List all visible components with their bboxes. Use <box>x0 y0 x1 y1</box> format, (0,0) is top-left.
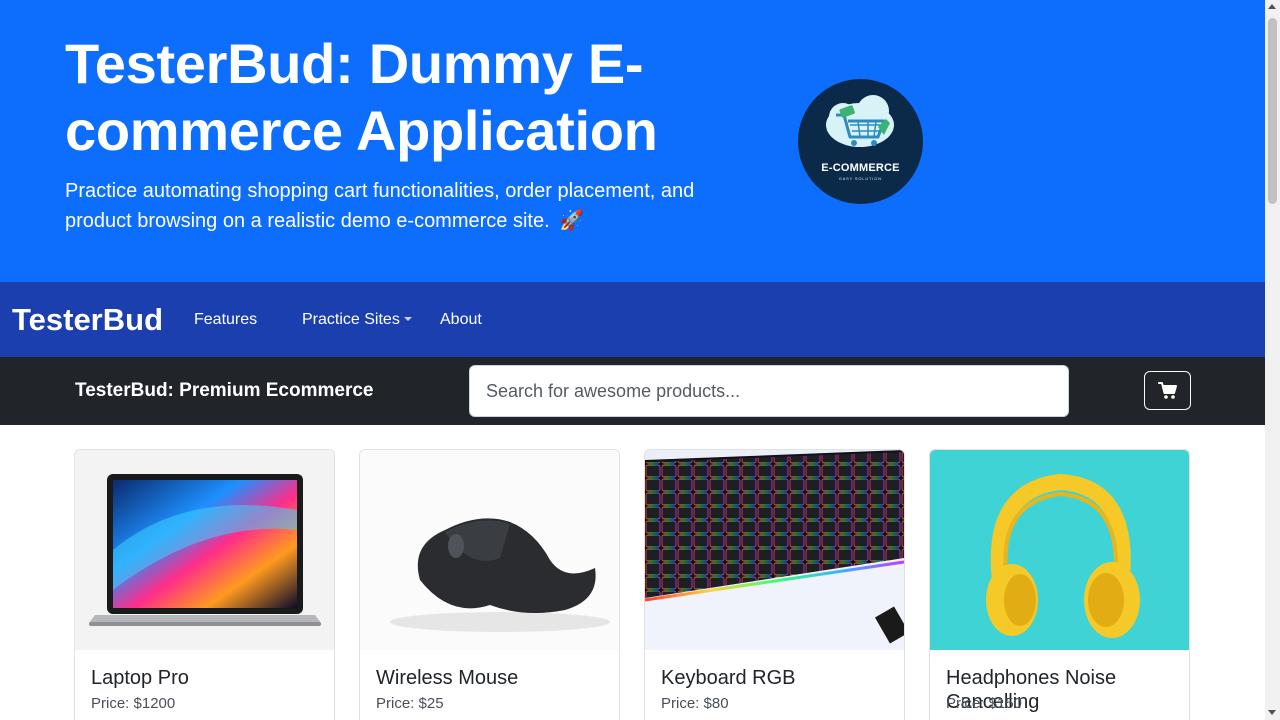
nav-link-about[interactable]: About <box>440 311 482 329</box>
product-card-laptop[interactable]: Laptop Pro Price: $1200 <box>74 449 335 720</box>
hero-banner: TesterBud: Dummy E-commerce Application … <box>0 0 1265 282</box>
product-price: Price: $150 <box>946 695 1022 712</box>
logo-subtitle: EASY SOLUTION <box>839 176 882 181</box>
mouse-image[interactable] <box>360 450 619 650</box>
product-price: Price: $25 <box>376 695 444 712</box>
product-name[interactable]: Wireless Mouse <box>376 666 606 690</box>
hero-subtitle-text: Practice automating shopping cart functi… <box>65 180 695 232</box>
laptop-image[interactable] <box>75 450 334 650</box>
store-title: TesterBud: Premium Ecommerce <box>75 380 374 401</box>
rocket-icon: 🚀 <box>559 210 585 232</box>
product-name[interactable]: Keyboard RGB <box>661 666 891 690</box>
scroll-down-arrow-icon[interactable] <box>1268 710 1276 715</box>
scroll-up-arrow-icon[interactable] <box>1268 4 1276 9</box>
headphones-image[interactable] <box>930 450 1189 650</box>
cart-icon <box>1158 382 1177 399</box>
nav-link-practice-sites[interactable]: Practice Sites <box>302 311 412 329</box>
product-card-mouse[interactable]: Wireless Mouse Price: $25 <box>359 449 620 720</box>
cart-cloud-icon <box>826 95 894 147</box>
caret-down-icon <box>403 317 412 321</box>
logo-title: E-COMMERCE <box>821 162 900 174</box>
hero-subtitle: Practice automating shopping cart functi… <box>65 176 705 236</box>
product-card-keyboard[interactable]: Keyboard RGB Price: $80 <box>644 449 905 720</box>
search-input[interactable] <box>469 365 1069 417</box>
nav-link-practice-sites-label: Practice Sites <box>302 311 400 328</box>
keyboard-image[interactable] <box>645 450 904 650</box>
navbar-brand[interactable]: TesterBud <box>12 302 163 338</box>
ecommerce-logo: E-COMMERCE EASY SOLUTION <box>798 79 923 204</box>
scrollbar-thumb[interactable] <box>1268 18 1277 204</box>
cart-button[interactable] <box>1144 371 1191 410</box>
store-header: TesterBud: Premium Ecommerce <box>0 357 1265 425</box>
nav-link-features[interactable]: Features <box>194 311 257 329</box>
product-name[interactable]: Laptop Pro <box>91 666 321 690</box>
product-price: Price: $80 <box>661 695 729 712</box>
product-price: Price: $1200 <box>91 695 176 712</box>
hero-title: TesterBud: Dummy E-commerce Application <box>65 32 658 162</box>
main-navbar: TesterBud Features Practice Sites About <box>0 282 1265 357</box>
page-scrollbar[interactable] <box>1265 0 1280 720</box>
product-card-headphones[interactable]: Headphones Noise Cancelling Price: $150 <box>929 449 1190 720</box>
